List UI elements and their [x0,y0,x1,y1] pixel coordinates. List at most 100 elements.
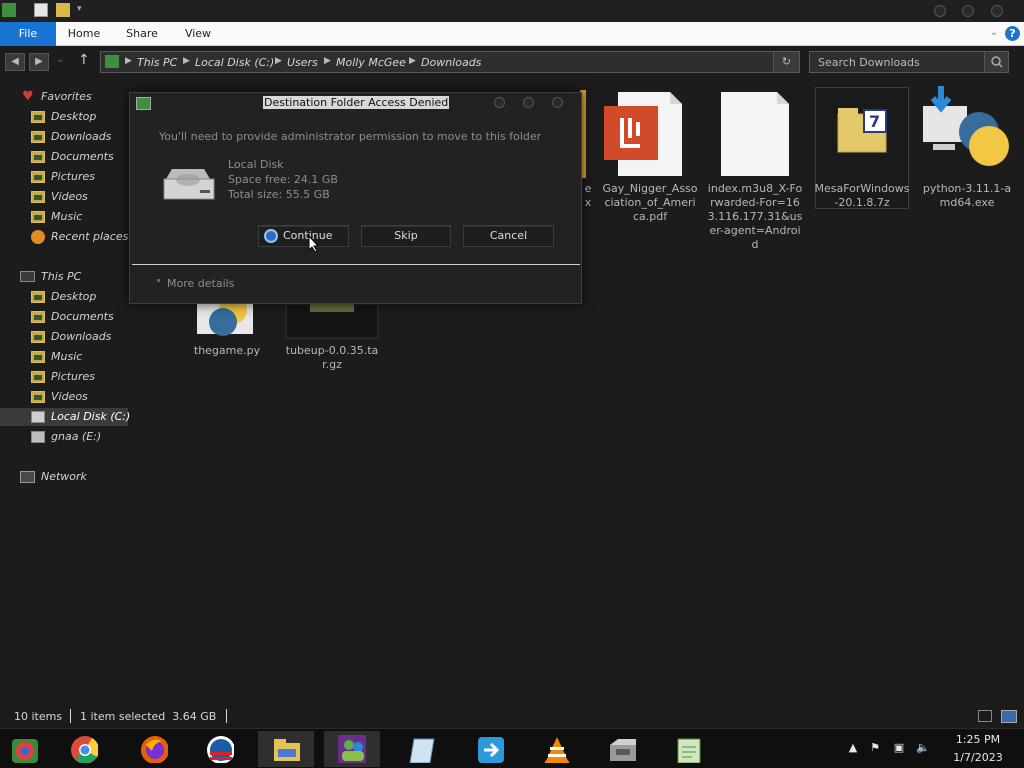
more-details-link[interactable]: More details [167,277,234,290]
status-separator [70,709,71,723]
customize-quick-access-icon[interactable]: ▾ [77,4,82,14]
details-view-icon[interactable] [978,710,992,722]
sidebar-item-downloads[interactable]: Downloads [0,128,128,146]
breadcrumb-downloads[interactable]: Downloads [421,56,481,69]
file-name: python-3.11.1-amd64.exe [922,182,1012,209]
close-button[interactable] [991,5,1003,17]
sidebar-item-videos[interactable]: Videos [0,188,128,206]
sidebar-item-local-disk[interactable]: Local Disk (C:) [0,408,131,426]
taskbar-app[interactable] [394,731,450,767]
breadcrumb-local-disk[interactable]: Local Disk (C:) [195,56,274,69]
expand-ribbon-icon[interactable]: ⌄ [990,27,998,38]
title-bar: ▾ [0,0,1024,22]
sidebar-item-label: Pictures [51,370,96,383]
maximize-button[interactable] [962,5,974,17]
large-icons-view-icon[interactable] [1001,710,1017,723]
dialog-minimize-button[interactable] [494,97,505,108]
search-input[interactable]: Search Downloads [809,51,1009,73]
network-icon [20,471,35,483]
sidebar-this-pc[interactable]: This PC [0,268,128,286]
minimize-button[interactable] [934,5,946,17]
pictures-folder-icon [31,371,45,383]
taskbar-app[interactable] [0,731,56,767]
address-bar[interactable]: ▶ This PC ▶ Local Disk (C:) ▶ Users ▶ Mo… [100,51,800,73]
downloads-folder-icon [31,131,45,143]
sidebar-item-pc-music[interactable]: Music [0,348,128,366]
skip-button[interactable]: Skip [361,225,451,247]
sidebar-item-pc-downloads[interactable]: Downloads [0,328,128,346]
status-bar: 10 items 1 item selected 3.64 GB [0,706,1024,728]
taskbar-app-active[interactable] [324,731,380,767]
volume-icon[interactable]: 🔈 [916,741,930,755]
breadcrumb-users[interactable]: Users [287,56,318,69]
uac-shield-icon [264,229,278,243]
sidebar-item-label: Local Disk (C:) [51,410,131,423]
show-hidden-icons-icon[interactable]: ▲ [846,741,860,755]
sidebar-item-recent-places[interactable]: Recent places [0,228,128,246]
sidebar-item-music[interactable]: Music [0,208,128,226]
documents-folder-icon [31,311,45,323]
taskbar-app[interactable] [660,731,716,767]
continue-button[interactable]: Continue [258,225,349,247]
sidebar-header-label: This PC [41,270,82,283]
recent-locations-icon[interactable]: ⌄ [56,54,64,65]
file-name: Gay_Nigger_Association_of_America.pdf [602,182,698,223]
sidebar-item-gnaa-drive[interactable]: gnaa (E:) [0,428,128,446]
dialog-close-button[interactable] [552,97,563,108]
selection-info: 1 item selected 3.64 GB [80,710,217,723]
taskbar-app[interactable] [56,731,112,767]
sidebar-item-pc-pictures[interactable]: Pictures [0,368,128,386]
up-arrow-icon[interactable]: ↑ [78,52,90,68]
clock-date[interactable]: 1/7/2023 [948,751,1008,764]
taskbar-app[interactable] [594,731,650,767]
sidebar-item-pc-documents[interactable]: Documents [0,308,128,326]
expand-details-icon[interactable] [157,279,160,282]
total-size: Total size: 55.5 GB [228,188,330,201]
heart-icon: ♥ [22,89,34,104]
tab-home[interactable]: Home [62,22,106,46]
sidebar-item-pictures[interactable]: Pictures [0,168,128,186]
explorer-app-icon[interactable] [2,3,16,17]
music-folder-icon [31,211,45,223]
sidebar-item-documents[interactable]: Documents [0,148,128,166]
downloads-folder-icon [31,331,45,343]
sidebar-item-label: Recent places [51,230,129,243]
sidebar-header-label: Favorites [41,90,92,103]
forward-button[interactable]: ▶ [29,53,49,71]
cancel-button[interactable]: Cancel [463,225,554,247]
properties-icon[interactable] [34,3,48,17]
dialog-maximize-button[interactable] [523,97,534,108]
action-center-flag-icon[interactable]: ⚑ [868,741,882,755]
sidebar-network[interactable]: Network [0,468,128,486]
file-explorer-icon [274,739,300,761]
sidebar-favorites[interactable]: ♥ Favorites [0,88,128,106]
tab-file[interactable]: File [0,22,56,46]
navigation-pane: ♥ Favorites Desktop Downloads Documents … [0,84,130,704]
breadcrumb-separator-icon: ▶ [409,56,416,66]
taskbar-app[interactable] [462,731,518,767]
help-icon[interactable]: ? [1005,26,1020,41]
sidebar-item-label: Videos [51,390,88,403]
taskbar-app[interactable] [192,731,248,767]
sidebar-item-label: Documents [51,150,114,163]
space-free: Space free: 24.1 GB [228,173,338,186]
tab-share[interactable]: Share [120,22,164,46]
tab-view[interactable]: View [178,22,218,46]
clock-time[interactable]: 1:25 PM [948,733,1008,746]
taskbar-app[interactable] [528,731,584,767]
refresh-icon[interactable]: ↻ [773,52,799,72]
breadcrumb-this-pc[interactable]: This PC [137,56,177,69]
search-icon[interactable] [984,52,1008,72]
sidebar-item-pc-videos[interactable]: Videos [0,388,128,406]
recent-places-icon [31,230,45,244]
network-status-icon[interactable]: ▣ [892,741,906,755]
new-folder-icon[interactable] [56,3,70,17]
sidebar-item-pc-desktop[interactable]: Desktop [0,288,128,306]
taskbar-app-active[interactable] [258,731,314,767]
access-denied-dialog: Destination Folder Access Denied You'll … [129,92,582,304]
sidebar-item-desktop[interactable]: Desktop [0,108,128,126]
taskbar-app[interactable] [126,731,182,767]
breadcrumb-molly-mcgee[interactable]: Molly McGee [336,56,406,69]
chrome-remote-icon [12,739,38,763]
back-button[interactable]: ◀ [5,53,25,71]
